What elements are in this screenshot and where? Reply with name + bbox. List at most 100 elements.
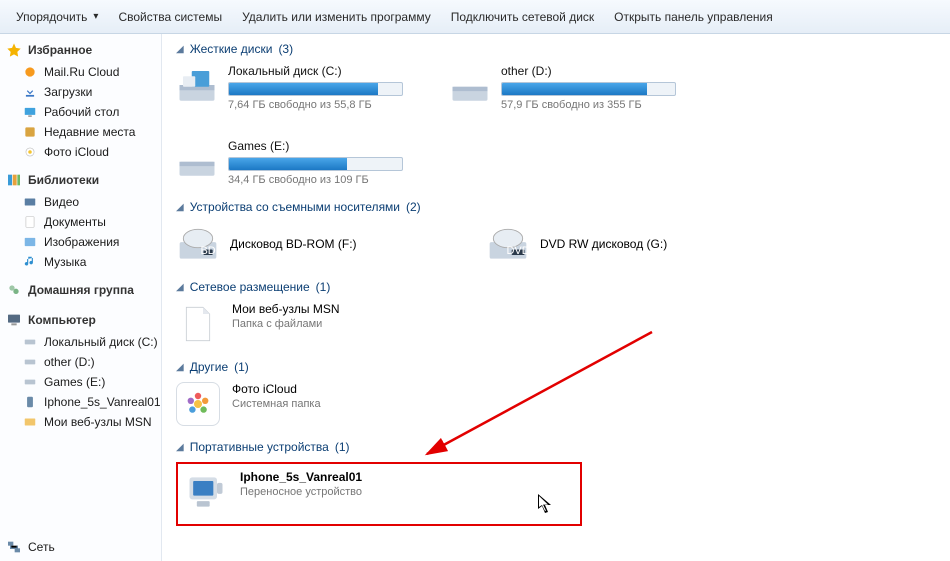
sidebar-item-mailru[interactable]: Mail.Ru Cloud (0, 62, 161, 82)
section-title: Портативные устройства (190, 440, 329, 454)
portable-device-iphone[interactable]: Iphone_5s_Vanreal01 Переносное устройств… (184, 470, 520, 514)
item-name: Мои веб-узлы MSN (232, 302, 339, 316)
libraries-group: Библиотеки Видео Документы Изображения М… (0, 170, 161, 272)
drive-c[interactable]: Локальный диск (C:) 7,64 ГБ свободно из … (176, 64, 421, 111)
toolbar: Упорядочить ▾ Свойства системы Удалить и… (0, 0, 950, 34)
drive-d[interactable]: other (D:) 57,9 ГБ свободно из 355 ГБ (449, 64, 694, 111)
sidebar-item-label: Недавние места (44, 125, 135, 139)
drive-icon (22, 334, 38, 350)
sidebar-item-video[interactable]: Видео (0, 192, 161, 212)
item-name: Фото iCloud (232, 382, 321, 396)
sidebar-item-label: Документы (44, 215, 106, 229)
sidebar-item-icloud-photo[interactable]: Фото iCloud (0, 142, 161, 162)
homegroup-label: Домашняя группа (28, 283, 134, 297)
sidebar-item-drive-e[interactable]: Games (E:) (0, 372, 161, 392)
desktop-icon (22, 104, 38, 120)
section-other-header[interactable]: ◢ Другие (1) (176, 360, 936, 374)
section-portable: ◢ Портативные устройства (1) I (176, 440, 936, 526)
uninstall-button[interactable]: Удалить или изменить программу (232, 6, 441, 28)
collapse-icon: ◢ (176, 442, 184, 453)
section-network-header[interactable]: ◢ Сетевое размещение (1) (176, 280, 936, 294)
map-drive-button[interactable]: Подключить сетевой диск (441, 6, 604, 28)
sidebar-item-iphone[interactable]: Iphone_5s_Vanreal01 (0, 392, 161, 412)
section-title: Устройства со съемными носителями (190, 200, 400, 214)
section-removable-header[interactable]: ◢ Устройства со съемными носителями (2) (176, 200, 936, 214)
device-icon (22, 394, 38, 410)
section-count: (1) (234, 360, 249, 374)
section-title: Жесткие диски (190, 42, 273, 56)
main-area: Избранное Mail.Ru Cloud Загрузки Рабочий… (0, 34, 950, 561)
collapse-icon: ◢ (176, 44, 184, 55)
favorites-heading[interactable]: Избранное (0, 40, 161, 62)
drive-name: Локальный диск (C:) (228, 64, 421, 78)
organize-button[interactable]: Упорядочить ▾ (6, 6, 108, 28)
sidebar-item-label: Локальный диск (C:) (44, 335, 158, 349)
drive-name: other (D:) (501, 64, 694, 78)
homegroup-heading[interactable]: Домашняя группа (0, 280, 161, 302)
cloud-icon (22, 64, 38, 80)
portable-device-icon (184, 470, 228, 514)
network-icon (6, 539, 22, 555)
section-title: Другие (190, 360, 228, 374)
device-name: DVD RW дисковод (G:) (540, 237, 667, 251)
recent-icon (22, 124, 38, 140)
sidebar-item-images[interactable]: Изображения (0, 232, 161, 252)
sidebar-item-downloads[interactable]: Загрузки (0, 82, 161, 102)
libraries-heading[interactable]: Библиотеки (0, 170, 161, 192)
sidebar-item-label: Музыка (44, 255, 86, 269)
favorites-group: Избранное Mail.Ru Cloud Загрузки Рабочий… (0, 40, 161, 162)
sidebar-item-drive-c[interactable]: Локальный диск (C:) (0, 332, 161, 352)
network-item-msn[interactable]: Мои веб-узлы MSN Папка с файлами (176, 302, 936, 346)
item-sub: Переносное устройство (240, 486, 362, 498)
collapse-icon: ◢ (176, 202, 184, 213)
drive-name: Games (E:) (228, 139, 421, 153)
svg-text:BD: BD (200, 245, 215, 257)
item-sub: Папка с файлами (232, 318, 339, 330)
drive-gauge (501, 82, 676, 96)
collapse-icon: ◢ (176, 362, 184, 373)
star-icon (6, 42, 22, 58)
libraries-icon (6, 172, 22, 188)
sidebar-item-music[interactable]: Музыка (0, 252, 161, 272)
drive-gauge (228, 157, 403, 171)
section-title: Сетевое размещение (190, 280, 310, 294)
drive-list: Локальный диск (C:) 7,64 ГБ свободно из … (176, 64, 936, 186)
sidebar-item-msn[interactable]: Мои веб-узлы MSN (0, 412, 161, 432)
network-heading[interactable]: Сеть (6, 539, 55, 555)
sidebar-item-label: Рабочий стол (44, 105, 119, 119)
computer-icon (6, 312, 22, 328)
control-panel-button[interactable]: Открыть панель управления (604, 6, 783, 28)
sidebar-item-label: other (D:) (44, 355, 95, 369)
highlight-box: Iphone_5s_Vanreal01 Переносное устройств… (176, 462, 582, 526)
device-name: Дисковод BD-ROM (F:) (230, 237, 357, 251)
section-hdd-header[interactable]: ◢ Жесткие диски (3) (176, 42, 936, 56)
item-name: Iphone_5s_Vanreal01 (240, 470, 362, 484)
svg-text:DVD: DVD (506, 245, 529, 257)
drive-free: 57,9 ГБ свободно из 355 ГБ (501, 99, 694, 111)
computer-label: Компьютер (28, 313, 96, 327)
organize-label: Упорядочить (16, 10, 87, 24)
drive-e[interactable]: Games (E:) 34,4 ГБ свободно из 109 ГБ (176, 139, 421, 186)
drive-free: 7,64 ГБ свободно из 55,8 ГБ (228, 99, 421, 111)
favorites-label: Избранное (28, 43, 92, 57)
sidebar-item-label: Загрузки (44, 85, 92, 99)
sidebar-item-recent[interactable]: Недавние места (0, 122, 161, 142)
section-portable-header[interactable]: ◢ Портативные устройства (1) (176, 440, 936, 454)
device-dvdrw[interactable]: DVD DVD RW дисковод (G:) (486, 222, 766, 266)
computer-heading[interactable]: Компьютер (0, 310, 161, 332)
device-bdrom[interactable]: BD Дисковод BD-ROM (F:) (176, 222, 456, 266)
system-properties-button[interactable]: Свойства системы (108, 6, 232, 28)
icloud-photo-icon (22, 144, 38, 160)
computer-group: Компьютер Локальный диск (C:) other (D:)… (0, 310, 161, 432)
sidebar-item-drive-d[interactable]: other (D:) (0, 352, 161, 372)
sidebar-item-docs[interactable]: Документы (0, 212, 161, 232)
other-item-icloud[interactable]: Фото iCloud Системная папка (176, 382, 936, 426)
optical-drive-icon: BD (176, 222, 220, 266)
sidebar-item-desktop[interactable]: Рабочий стол (0, 102, 161, 122)
chevron-down-icon: ▾ (93, 11, 98, 22)
hdd-icon (176, 64, 218, 106)
libraries-label: Библиотеки (28, 173, 99, 187)
section-count: (3) (278, 42, 293, 56)
hdd-icon (176, 139, 218, 181)
sidebar-item-label: Фото iCloud (44, 145, 109, 159)
